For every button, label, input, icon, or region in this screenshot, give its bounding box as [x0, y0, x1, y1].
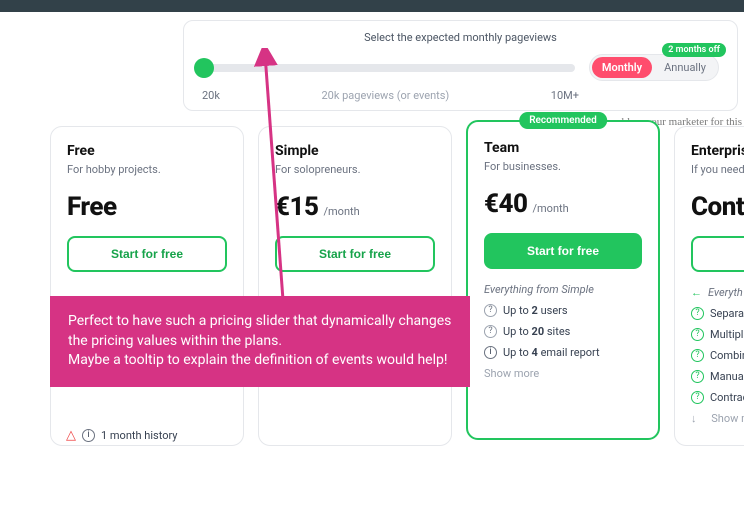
history-label: 1 month history	[101, 429, 178, 442]
start-for-free-button[interactable]: Start for free	[67, 236, 227, 272]
billing-annually[interactable]: Annually	[654, 57, 716, 78]
per-month-label: /month	[323, 205, 359, 218]
slider-max-label: 10M+	[551, 89, 579, 102]
feedback-annotation: Perfect to have such a pricing slider th…	[50, 296, 470, 387]
show-more-link[interactable]: Show more	[484, 367, 642, 380]
feature-row: ←Everyth	[691, 286, 744, 299]
features-header: Everything from Simple	[484, 283, 642, 296]
feature-row: ?Contrac	[691, 391, 744, 404]
plan-name: Simple	[275, 143, 435, 159]
warning-icon: △	[66, 428, 76, 443]
plan-for: For solopreneurs.	[275, 163, 435, 176]
billing-monthly[interactable]: Monthly	[592, 57, 652, 78]
start-for-free-button[interactable]: Start for free	[484, 233, 642, 269]
plan-card-enterprise: Enterprise If you need a Conta Cont ←Eve…	[674, 126, 744, 446]
slider-title: Select the expected monthly pageviews	[202, 31, 719, 44]
feature-row: iUp to 4 email report	[484, 346, 642, 359]
free-plan-history: △ i 1 month history	[50, 428, 244, 443]
slider-thumb[interactable]	[194, 58, 214, 78]
pricing-cards-row: Free For hobby projects. Free Start for …	[50, 126, 744, 446]
help-icon[interactable]: ?	[691, 370, 704, 383]
feature-row: ?Up to 20 sites	[484, 325, 642, 338]
plan-for: If you need a	[691, 163, 744, 176]
arrow-left-icon: ←	[691, 286, 702, 299]
plan-card-free: Free For hobby projects. Free Start for …	[50, 126, 244, 446]
help-icon[interactable]: ?	[484, 304, 497, 317]
plan-name: Team	[484, 140, 642, 156]
plan-name: Free	[67, 143, 227, 159]
help-icon[interactable]: ?	[691, 307, 704, 320]
billing-toggle: Monthly Annually 2 months off	[589, 54, 719, 81]
months-off-badge: 2 months off	[662, 43, 726, 57]
top-bar	[0, 0, 744, 12]
plan-price: €40	[484, 189, 527, 219]
info-icon[interactable]: i	[484, 346, 497, 359]
chevron-down-icon: ↓	[691, 412, 697, 425]
plan-price: Free	[67, 192, 117, 222]
feature-row: ?Multiple	[691, 328, 744, 341]
help-icon[interactable]: ?	[484, 325, 497, 338]
help-icon[interactable]: ?	[691, 349, 704, 362]
per-month-label: /month	[532, 202, 568, 215]
contact-button[interactable]: Cont	[691, 236, 744, 272]
pageviews-slider[interactable]	[202, 64, 575, 72]
show-more-link[interactable]: ↓ Show m	[691, 412, 744, 425]
slider-mid-label: 20k pageviews (or events)	[321, 89, 449, 102]
plan-name: Enterprise	[691, 143, 744, 159]
slider-min-label: 20k	[202, 89, 220, 102]
plan-card-team: Recommended Team For businesses. €40 /mo…	[466, 120, 660, 440]
feature-row: ?Separat	[691, 307, 744, 320]
plan-for: For businesses.	[484, 160, 642, 173]
annotation-text-1: Perfect to have such a pricing slider th…	[68, 312, 452, 351]
help-icon[interactable]: ?	[691, 391, 704, 404]
plan-card-simple: Simple For solopreneurs. €15 /month Star…	[258, 126, 452, 446]
help-icon[interactable]: ?	[691, 328, 704, 341]
feature-row: ?Up to 2 users	[484, 304, 642, 317]
recommended-badge: Recommended	[519, 112, 607, 129]
plan-price: Conta	[691, 192, 744, 222]
plan-features: Everything from Simple ?Up to 2 users ?U…	[484, 283, 642, 380]
start-for-free-button[interactable]: Start for free	[275, 236, 435, 272]
slider-meta: 20k 20k pageviews (or events) 10M+	[202, 89, 719, 102]
plan-features: ←Everyth ?Separat ?Multiple ?Combin ?Man…	[691, 286, 744, 425]
feature-row: ?Manual	[691, 370, 744, 383]
info-icon[interactable]: i	[82, 429, 95, 442]
feature-row: ?Combin	[691, 349, 744, 362]
annotation-text-2: Maybe a tooltip to explain the definitio…	[68, 351, 452, 371]
pageviews-slider-card: Select the expected monthly pageviews Mo…	[183, 20, 738, 111]
plan-price: €15	[275, 192, 318, 222]
plan-for: For hobby projects.	[67, 163, 227, 176]
